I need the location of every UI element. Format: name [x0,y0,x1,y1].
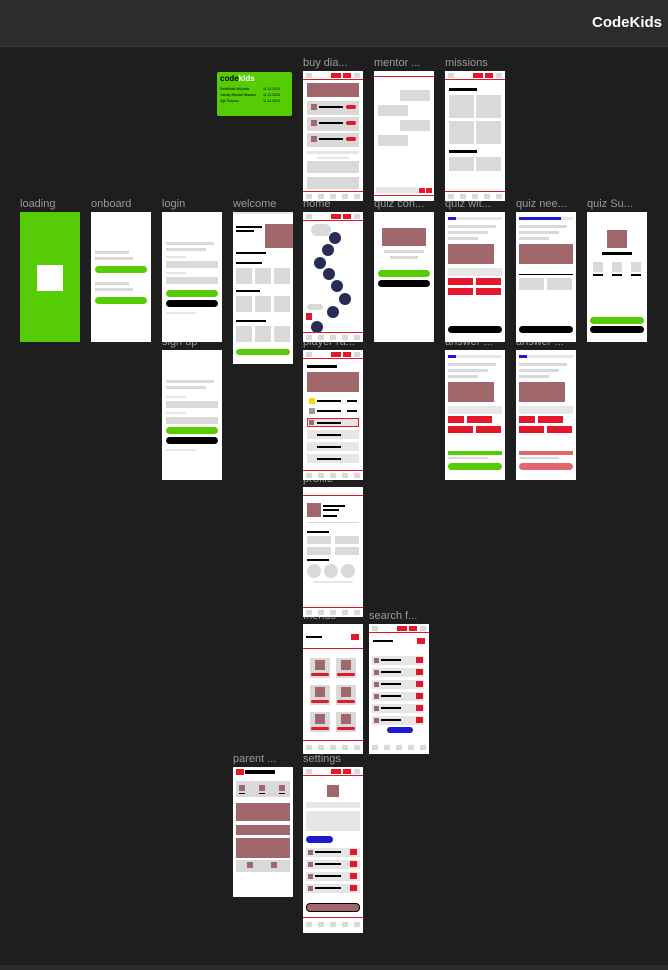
top-bar: CodeKids [0,0,668,47]
frame-answer-1[interactable] [445,350,505,480]
logo-code-text: code [220,74,239,83]
frame-label-search-f[interactable]: search f... [369,610,417,622]
canvas-bottom-edge [0,965,668,970]
frame-friends[interactable] [303,624,363,754]
frame-loading[interactable] [20,212,80,342]
logo-kids-text: kids [238,74,255,83]
frame-label-quiz-su[interactable]: quiz Su... [587,198,633,210]
frame-label-parent[interactable]: parent ... [233,753,276,765]
frame-label-quiz-nee[interactable]: quiz nee... [516,198,567,210]
project-title: CodeKids [591,14,662,31]
frame-label-loading[interactable]: loading [20,198,55,210]
frame-profile[interactable] [303,487,363,617]
frame-search-f[interactable] [369,624,429,754]
frame-quiz-su[interactable] [587,212,647,342]
frame-settings[interactable] [303,767,363,933]
cert-row-name: Sertifikatlı Müyəsis [220,87,250,91]
frame-label-buy-diamonds[interactable]: buy dia... [303,57,348,69]
cert-row-date: 11.11.2024 [263,93,280,97]
frame-mentor[interactable] [374,71,434,201]
frame-missions[interactable] [445,71,505,201]
frame-label-onboard[interactable]: onboard [91,198,131,210]
cert-row-date: 11.11.2024 [263,87,280,91]
frame-label-missions[interactable]: missions [445,57,488,69]
frame-welcome[interactable] [233,212,293,364]
certificate-card[interactable]: codekids Sertifikatlı Müyəsis 11.11.2024… [217,72,292,116]
frame-home[interactable] [303,212,363,342]
frame-onboard[interactable] [91,212,151,342]
frame-label-settings[interactable]: settings [303,753,341,765]
cert-row-name: Ağıl Suçusu [220,99,239,103]
frame-login[interactable] [162,212,222,342]
frame-sign-up[interactable] [162,350,222,480]
frame-quiz-con[interactable] [374,212,434,342]
loading-logo [37,265,63,291]
frame-parent[interactable] [233,767,293,897]
frame-label-login[interactable]: login [162,198,185,210]
frame-buy-diamonds[interactable] [303,71,363,201]
frame-label-welcome[interactable]: welcome [233,198,276,210]
frame-quiz-wit[interactable] [445,212,505,342]
cert-row-date: 11.11.2024 [263,99,280,103]
cert-row-name: Yazılıq Əhmad Əlasanı [220,93,256,97]
codekids-logo: codekids [220,74,255,83]
frame-player-ranking[interactable] [303,350,363,480]
frame-answer-2[interactable] [516,350,576,480]
frame-quiz-nee[interactable] [516,212,576,342]
frame-label-mentor[interactable]: mentor ... [374,57,420,69]
